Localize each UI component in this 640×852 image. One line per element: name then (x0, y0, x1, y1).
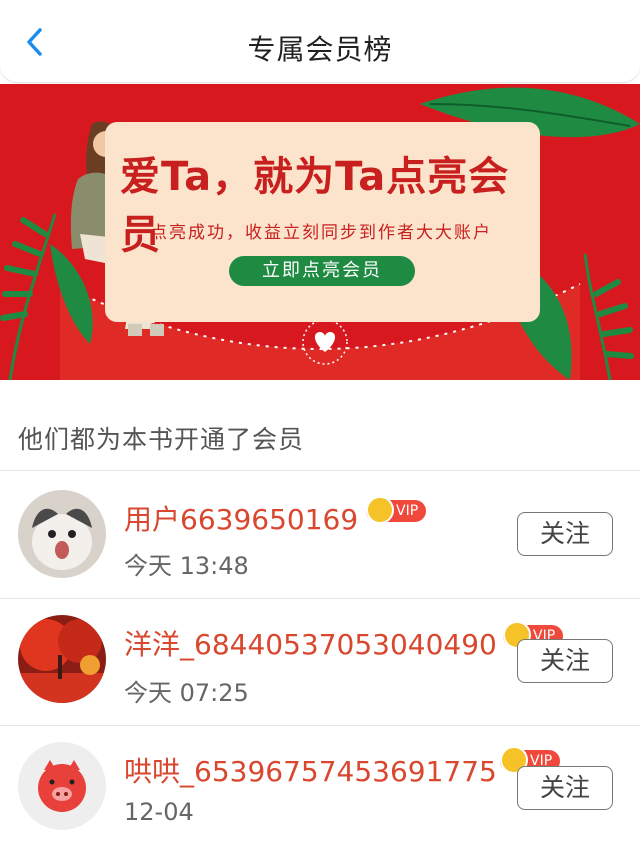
banner-subtitle: 点亮成功，收益立刻同步到作者大大账户 (150, 223, 492, 243)
join-time: 今天 07:25 (124, 679, 249, 707)
follow-button[interactable]: 关注 (517, 512, 613, 556)
list-item: 用户6639650169 VIP 今天 13:48 关注 (0, 472, 640, 598)
follow-button[interactable]: 关注 (517, 766, 613, 810)
page-title: 专属会员榜 (247, 33, 393, 66)
avatar[interactable] (18, 742, 106, 830)
promo-banner[interactable]: 爱Ta，就为Ta点亮会员 点亮成功，收益立刻同步到作者大大账户 立即点亮会员 (0, 84, 640, 380)
autumn-tree-avatar-image (18, 615, 106, 703)
vip-badge-label: VIP (396, 503, 419, 519)
user-name[interactable]: 哄哄_65396757453691775 (124, 750, 497, 790)
avatar[interactable] (18, 490, 106, 578)
divider (0, 470, 640, 471)
list-item: 哄哄_65396757453691775 VIP 12-04 关注 (0, 726, 640, 852)
cat-avatar-image (18, 490, 106, 578)
vip-badge: VIP (366, 496, 427, 524)
list-item: 洋洋_68440537053040490 VIP 今天 07:25 关注 (0, 599, 640, 725)
join-time: 今天 13:48 (124, 552, 249, 580)
pig-avatar-image (18, 742, 106, 830)
crown-icon (366, 496, 394, 524)
user-name[interactable]: 洋洋_68440537053040490 (124, 623, 497, 663)
follow-button[interactable]: 关注 (517, 639, 613, 683)
light-up-membership-button[interactable]: 立即点亮会员 (229, 256, 415, 286)
nav-bar: 专属会员榜 (0, 0, 640, 83)
user-name[interactable]: 用户6639650169 (124, 498, 358, 538)
avatar[interactable] (18, 615, 106, 703)
join-time: 12-04 (124, 798, 194, 826)
section-heading: 他们都为本书开通了会员 (18, 425, 305, 454)
